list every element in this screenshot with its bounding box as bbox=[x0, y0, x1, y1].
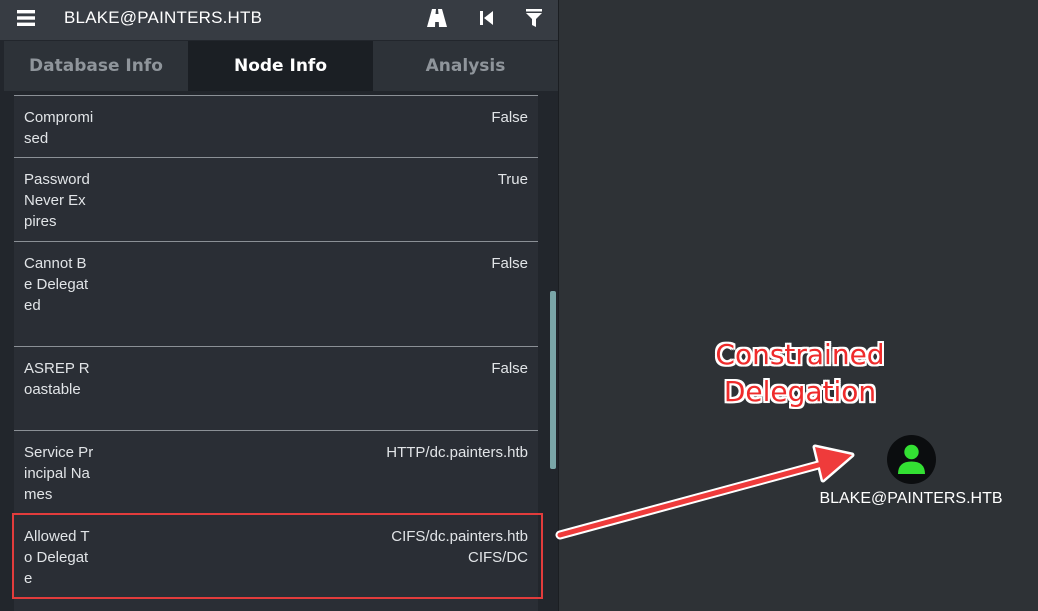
annotation-line: Delegation bbox=[723, 375, 877, 408]
annotation-arrow bbox=[557, 461, 825, 538]
graph-node-label[interactable]: BLAKE@PAINTERS.HTB bbox=[811, 490, 1011, 508]
annotation-arrow-layer bbox=[555, 444, 855, 540]
annotation-line: Constrained bbox=[715, 338, 885, 371]
user-icon[interactable] bbox=[887, 435, 936, 484]
annotation-text: Constrained Delegation bbox=[690, 336, 910, 410]
